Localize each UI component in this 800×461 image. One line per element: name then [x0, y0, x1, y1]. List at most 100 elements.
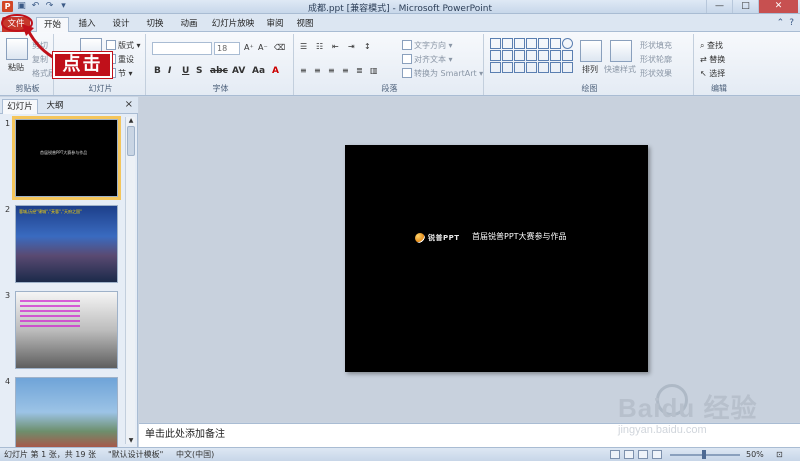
font-name-field[interactable] [152, 42, 212, 55]
tab-view[interactable]: 视图 [292, 17, 318, 32]
shape-icon[interactable] [514, 62, 525, 73]
shape-fill-button[interactable]: 形状填充 [640, 40, 672, 51]
decrease-indent-icon[interactable]: ⇤ [332, 42, 339, 51]
line-spacing-icon[interactable]: ↕ [364, 42, 371, 51]
shape-icon[interactable] [538, 38, 549, 49]
thumbnail-number: 4 [5, 377, 11, 386]
align-text-icon [402, 54, 412, 64]
slide-thumbnail[interactable]: 首届锐普PPT大赛参与作品 [12, 116, 121, 200]
minimize-button[interactable]: — [706, 0, 732, 13]
slide-thumbnail[interactable] [15, 291, 118, 369]
current-slide[interactable]: 锐普PPT 首届锐普PPT大赛参与作品 [345, 145, 648, 372]
language-indicator[interactable]: 中文(中国) [176, 448, 214, 461]
bullets-icon[interactable]: ☰ [300, 42, 307, 51]
fit-to-window-icon[interactable]: ⊡ [776, 448, 783, 461]
tab-outline[interactable]: 大纲 [40, 99, 70, 114]
shape-icon[interactable] [526, 62, 537, 73]
font-size-field[interactable]: 18 [214, 42, 240, 55]
shape-icon[interactable] [526, 50, 537, 61]
quick-styles-icon[interactable] [610, 40, 632, 62]
smartart-button[interactable]: 转换为 SmartArt ▾ [402, 68, 483, 79]
zoom-level[interactable]: 50% [746, 448, 764, 461]
zoom-slider-handle[interactable] [702, 450, 706, 459]
shape-icon[interactable] [562, 62, 573, 73]
text-direction-button[interactable]: 文字方向 ▾ [402, 40, 453, 51]
arrange-icon[interactable] [580, 40, 602, 62]
shape-icon[interactable] [514, 38, 525, 49]
strikethrough-icon[interactable]: abc [210, 66, 228, 76]
shape-icon[interactable] [550, 50, 561, 61]
quick-styles-button[interactable]: 快速样式 [604, 64, 636, 75]
title-bar: P ▣ ↶ ↷ ▾ 成都.ppt [兼容模式] - Microsoft Powe… [0, 0, 800, 14]
grow-font-icon[interactable]: A⁺ [244, 43, 254, 52]
scroll-up-icon[interactable]: ▲ [126, 117, 136, 124]
replace-button[interactable]: ⇄ 替换 [700, 54, 725, 65]
align-left-icon[interactable]: ≡ [300, 66, 307, 75]
ribbon-tab-bar: 文件 开始 插入 设计 切换 动画 幻灯片放映 审阅 视图 ⌃ ? [0, 14, 800, 32]
find-icon: ⌕ [700, 41, 705, 50]
tab-slides[interactable]: 幻灯片 [2, 99, 38, 114]
scroll-down-icon[interactable]: ▼ [126, 437, 136, 444]
shape-effects-button[interactable]: 形状效果 [640, 68, 672, 79]
shape-icon[interactable] [502, 38, 513, 49]
bold-icon[interactable]: B [154, 66, 161, 76]
numbering-icon[interactable]: ☷ [316, 42, 323, 51]
normal-view-icon[interactable] [610, 450, 620, 459]
tab-slideshow[interactable]: 幻灯片放映 [208, 17, 258, 32]
align-text-button[interactable]: 对齐文本 ▾ [402, 54, 453, 65]
shape-icon[interactable] [538, 62, 549, 73]
help-icon[interactable]: ? [789, 18, 794, 28]
shape-icon[interactable] [538, 50, 549, 61]
tab-transitions[interactable]: 切换 [140, 17, 170, 32]
shape-icon[interactable] [550, 38, 561, 49]
italic-icon[interactable]: I [168, 66, 171, 76]
reading-view-icon[interactable] [638, 450, 648, 459]
shape-icon[interactable] [514, 50, 525, 61]
shape-icon[interactable] [526, 38, 537, 49]
close-pane-icon[interactable]: × [125, 99, 133, 110]
slide-sorter-icon[interactable] [624, 450, 634, 459]
slides-pane-scrollbar[interactable]: ▲ ▼ [125, 117, 135, 444]
slideshow-view-icon[interactable] [652, 450, 662, 459]
thumbnail-number: 2 [5, 205, 11, 214]
shape-icon[interactable] [550, 62, 561, 73]
change-case-icon[interactable]: Aa [252, 66, 265, 76]
shadow-icon[interactable]: S [196, 66, 202, 76]
scrollbar-thumb[interactable] [127, 126, 135, 156]
justify-icon[interactable]: ≡ [342, 66, 349, 75]
slide-title[interactable]: 首届锐普PPT大赛参与作品 [472, 231, 567, 242]
minimize-ribbon-icon[interactable]: ⌃ [777, 18, 785, 28]
align-center-icon[interactable]: ≡ [314, 66, 321, 75]
align-right-icon[interactable]: ≡ [328, 66, 335, 75]
shrink-font-icon[interactable]: A⁻ [258, 43, 268, 52]
shape-icon[interactable] [502, 50, 513, 61]
slide-thumbnail[interactable] [15, 377, 118, 447]
shape-outline-button[interactable]: 形状轮廓 [640, 54, 672, 65]
find-button[interactable]: ⌕ 查找 [700, 40, 723, 51]
shape-icon[interactable] [490, 62, 501, 73]
font-color-icon[interactable]: A [272, 66, 279, 76]
smartart-icon [402, 68, 412, 78]
shape-icon[interactable] [562, 50, 573, 61]
maximize-button[interactable]: □ [732, 0, 758, 13]
arrange-button[interactable]: 排列 [582, 64, 598, 75]
select-button[interactable]: ↖ 选择 [700, 68, 725, 79]
tab-review[interactable]: 审阅 [262, 17, 288, 32]
clear-formatting-icon[interactable]: ⌫ [274, 43, 285, 52]
increase-indent-icon[interactable]: ⇥ [348, 42, 355, 51]
baidu-jingyan-watermark: Baidu 经验 jingyan.baidu.com [598, 382, 798, 442]
tab-animations[interactable]: 动画 [174, 17, 204, 32]
underline-icon[interactable]: U [182, 66, 189, 76]
shape-icon[interactable] [490, 50, 501, 61]
shapes-gallery[interactable] [490, 38, 574, 76]
char-spacing-icon[interactable]: AV [232, 66, 245, 76]
distribute-icon[interactable]: ≣ [356, 66, 363, 75]
shape-icon[interactable] [490, 38, 501, 49]
shape-icon[interactable] [562, 38, 573, 49]
columns-icon[interactable]: ▥ [370, 66, 378, 75]
smartart-label: 转换为 SmartArt [414, 69, 477, 78]
watermark-url: jingyan.baidu.com [618, 424, 707, 436]
slide-thumbnail[interactable]: 蓉城,历经"锦城","芙蓉","天府之国" [15, 205, 118, 283]
close-button[interactable]: ✕ [758, 0, 798, 13]
shape-icon[interactable] [502, 62, 513, 73]
